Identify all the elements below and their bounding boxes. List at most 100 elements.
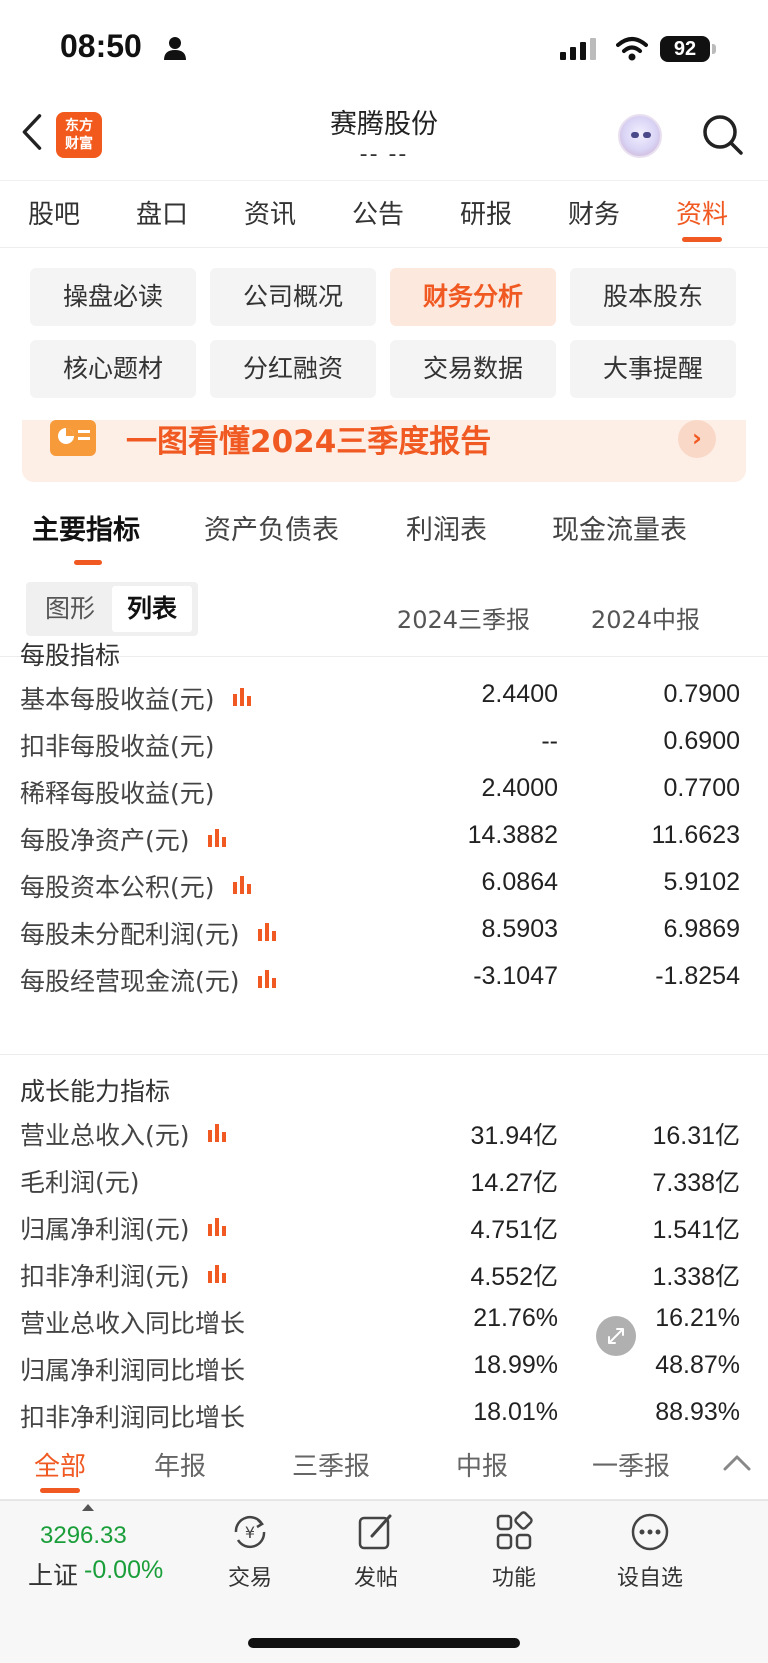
row-value-q3: 14.27亿 xyxy=(470,1169,558,1197)
row-label: 每股净资产(元) xyxy=(20,826,190,855)
row-value-h1: 1.541亿 xyxy=(652,1216,740,1244)
pie-chart-glyph xyxy=(58,428,90,444)
period-header-h1: 2024中报 xyxy=(590,606,700,634)
bar-chart-icon[interactable] xyxy=(256,919,278,941)
row-label: 稀释每股收益(元) xyxy=(20,779,215,808)
row-label: 营业总收入(元) xyxy=(20,1121,190,1150)
assistant-avatar[interactable] xyxy=(618,114,662,158)
svg-text:¥: ¥ xyxy=(245,1523,255,1542)
tab-news[interactable]: 资讯 xyxy=(216,181,324,247)
battery-tip xyxy=(712,44,716,54)
row-value-h1: 5.9102 xyxy=(663,868,740,896)
bar-chart-icon[interactable] xyxy=(206,1214,228,1236)
row-label: 营业总收入同比增长 xyxy=(20,1309,246,1338)
row-value-q3: -- xyxy=(541,727,558,755)
report-banner[interactable]: 一图看懂2024三季度报告 › xyxy=(22,420,746,482)
row-value-q3: 2.4400 xyxy=(481,680,558,708)
sub-btn-event-reminders[interactable]: 大事提醒 xyxy=(570,340,736,398)
row-value-q3: 18.01% xyxy=(473,1398,558,1426)
row-value-q3: 2.4000 xyxy=(481,774,558,802)
grid-icon xyxy=(496,1511,533,1550)
tab-announcements[interactable]: 公告 xyxy=(324,181,432,247)
sub-btn-must-read[interactable]: 操盘必读 xyxy=(30,268,196,326)
sub-btn-dividend-financing[interactable]: 分红融资 xyxy=(210,340,376,398)
bar-chart-icon[interactable] xyxy=(231,872,253,894)
period-tab-q3[interactable]: 三季报 xyxy=(292,1446,370,1483)
report-tab-balance-sheet[interactable]: 资产负债表 xyxy=(204,508,339,547)
nav-trade[interactable]: ¥ 交易 xyxy=(200,1510,300,1592)
period-tab-h1[interactable]: 中报 xyxy=(456,1446,508,1483)
report-tab-cash-flow[interactable]: 现金流量表 xyxy=(552,508,687,547)
sub-btn-financial-analysis[interactable]: 财务分析 xyxy=(390,268,556,326)
tab-finance[interactable]: 财务 xyxy=(540,181,648,247)
tab-profile[interactable]: 资料 xyxy=(648,181,756,247)
more-circle-icon xyxy=(631,1513,669,1551)
battery-indicator: 92 xyxy=(660,36,710,62)
bar-chart-icon[interactable] xyxy=(206,825,228,847)
nav-post[interactable]: 发帖 xyxy=(326,1510,426,1592)
period-tab-annual[interactable]: 年报 xyxy=(154,1446,206,1483)
toggle-graph[interactable]: 图形 xyxy=(30,586,110,632)
row-value-q3: 21.76% xyxy=(473,1304,558,1332)
expand-glyph xyxy=(608,1328,624,1344)
search-icon[interactable] xyxy=(702,114,744,156)
view-toggle: 图形 列表 xyxy=(26,582,198,636)
divider xyxy=(0,1054,768,1055)
edit-icon xyxy=(358,1514,392,1550)
row-value-h1: 7.338亿 xyxy=(652,1169,740,1197)
section-title-growth: 成长能力指标 xyxy=(20,1077,171,1106)
row-label: 基本每股收益(元) xyxy=(20,685,215,714)
index-name[interactable]: 上证 xyxy=(28,1556,78,1592)
tab-guba[interactable]: 股吧 xyxy=(0,181,108,247)
sub-btn-core-themes[interactable]: 核心题材 xyxy=(30,340,196,398)
row-value-q3: 4.751亿 xyxy=(470,1216,558,1244)
report-tab-underline xyxy=(74,560,102,565)
row-value-h1: 6.9869 xyxy=(663,915,740,943)
tab-research[interactable]: 研报 xyxy=(432,181,540,247)
row-label: 归属净利润(元) xyxy=(20,1215,190,1244)
row-value-q3: 31.94亿 xyxy=(470,1122,558,1150)
row-label: 每股未分配利润(元) xyxy=(20,920,240,949)
row-label: 毛利润(元) xyxy=(20,1168,140,1197)
nav-functions[interactable]: 功能 xyxy=(464,1510,564,1592)
signal-icon xyxy=(560,38,596,60)
row-value-q3: -3.1047 xyxy=(473,962,558,990)
row-label: 扣非净利润(元) xyxy=(20,1262,190,1291)
chevron-up-icon[interactable] xyxy=(722,1452,752,1472)
nav-add-watchlist[interactable]: 设自选 xyxy=(600,1510,700,1592)
bar-chart-icon[interactable] xyxy=(231,684,253,706)
toggle-list[interactable]: 列表 xyxy=(112,586,192,632)
report-tab-income-statement[interactable]: 利润表 xyxy=(406,508,487,547)
main-tabs: 股吧 盘口 资讯 公告 研报 财务 资料 xyxy=(0,180,768,248)
nav-functions-label: 功能 xyxy=(491,1566,536,1591)
expand-icon[interactable] xyxy=(596,1316,636,1356)
row-label: 扣非每股收益(元) xyxy=(20,732,215,761)
index-value[interactable]: 3296.33 xyxy=(40,1522,127,1550)
bar-chart-icon[interactable] xyxy=(206,1261,228,1283)
row-value-q3: 14.3882 xyxy=(467,821,558,849)
sub-btn-trading-data[interactable]: 交易数据 xyxy=(390,340,556,398)
row-value-q3: 6.0864 xyxy=(481,868,558,896)
period-filter-bar: 全部 年报 三季报 中报 一季报 xyxy=(0,1430,768,1500)
period-tab-q1[interactable]: 一季报 xyxy=(592,1446,670,1483)
section-title-per-share: 每股指标 xyxy=(20,641,121,670)
nav-add-watchlist-label: 设自选 xyxy=(616,1566,683,1591)
person-icon xyxy=(164,37,186,60)
row-value-h1: 0.7700 xyxy=(663,774,740,802)
period-tab-all[interactable]: 全部 xyxy=(34,1446,86,1483)
yen-exchange-icon: ¥ xyxy=(234,1515,266,1549)
bar-chart-icon[interactable] xyxy=(256,966,278,988)
sub-btn-company-overview[interactable]: 公司概况 xyxy=(210,268,376,326)
chevron-right-icon: › xyxy=(678,420,716,458)
nav-trade-label: 交易 xyxy=(227,1566,272,1591)
row-label: 每股经营现金流(元) xyxy=(20,967,240,996)
row-value-h1: 1.338亿 xyxy=(652,1263,740,1291)
row-value-h1: 0.6900 xyxy=(663,727,740,755)
tab-pankou[interactable]: 盘口 xyxy=(108,181,216,247)
bar-chart-icon[interactable] xyxy=(206,1120,228,1142)
row-value-q3: 4.552亿 xyxy=(470,1263,558,1291)
report-tab-key-indicators[interactable]: 主要指标 xyxy=(32,508,140,547)
index-change[interactable]: -0.00% xyxy=(84,1556,163,1585)
row-value-q3: 18.99% xyxy=(473,1351,558,1379)
sub-btn-shareholders[interactable]: 股本股东 xyxy=(570,268,736,326)
